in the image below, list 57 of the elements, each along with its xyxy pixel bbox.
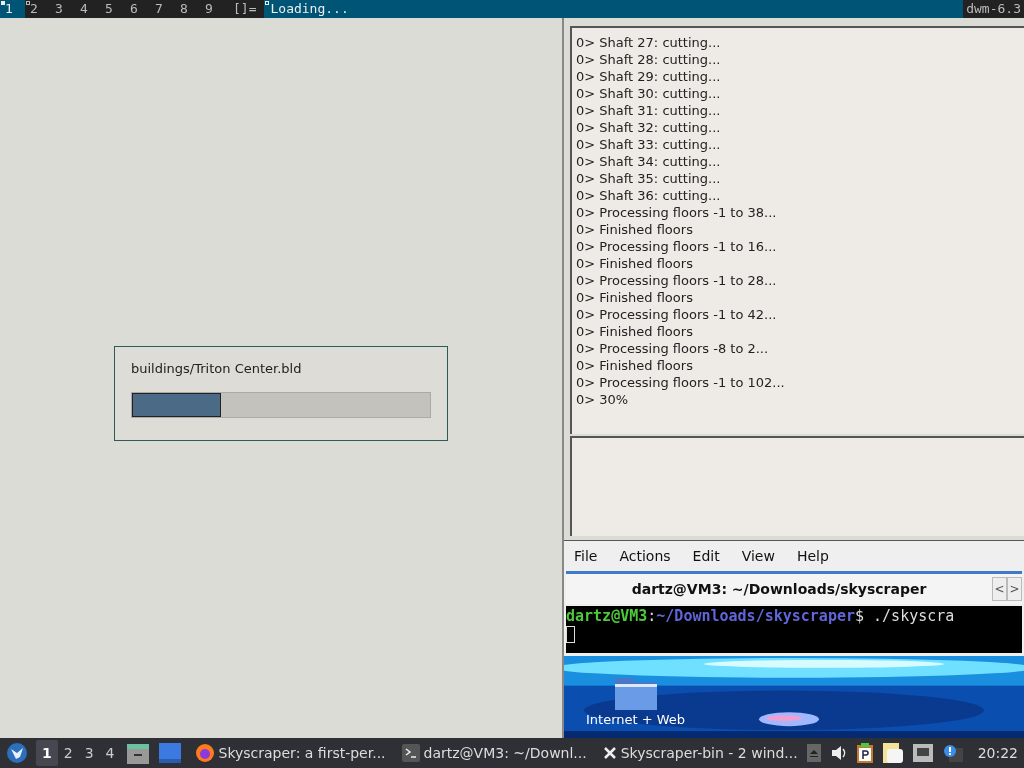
log-line: 0> Processing floors -1 to 102...	[576, 374, 786, 391]
tag[interactable]: 1	[0, 0, 25, 18]
menu-item[interactable]: View	[741, 548, 775, 564]
log-line: 0> Finished floors	[576, 221, 694, 238]
log-line: 0> Shaft 27: cutting...	[576, 34, 722, 51]
prompt-line: dartz@VM3:~/Downloads/skyscraper$ ./skyscra	[566, 607, 956, 626]
terminal-tab[interactable]: dartz@VM3: ~/Downloads/skyscraper	[566, 581, 992, 597]
desktop-icon-label[interactable]: Internet + Web	[586, 712, 686, 727]
log-line: 0> Shaft 28: cutting...	[576, 51, 722, 68]
workspace-button[interactable]: 4	[99, 740, 121, 766]
log-line: 0> Shaft 33: cutting...	[576, 136, 722, 153]
log-line: 0> 30%	[576, 391, 630, 408]
log-line: 0> Processing floors -1 to 42...	[576, 306, 778, 323]
menu-item[interactable]: Edit	[692, 548, 720, 564]
alert-icon[interactable]	[942, 744, 963, 762]
clock: 20:22	[977, 745, 1018, 761]
notes-icon[interactable]	[882, 743, 903, 763]
tab-prev-button[interactable]: <	[992, 577, 1007, 601]
tab-next-button[interactable]: >	[1007, 577, 1022, 601]
browser-icon	[194, 743, 215, 763]
network-icon[interactable]	[912, 744, 933, 762]
log-line: 0> Shaft 30: cutting...	[576, 85, 722, 102]
clipboard-icon[interactable]	[856, 743, 873, 763]
log-line: 0> Processing floors -1 to 16...	[576, 238, 778, 255]
taskbar-task[interactable]: dartz@VM3: ~/Downl...	[393, 739, 595, 767]
file-cabinet-icon[interactable]	[126, 742, 149, 764]
cursor	[566, 626, 575, 643]
file-name: buildings/Triton Center.bld	[131, 361, 303, 376]
menu-item[interactable]: Actions	[619, 548, 671, 564]
log-line: 0> Finished floors	[576, 357, 694, 374]
log-line: 0> Shaft 29: cutting...	[576, 68, 722, 85]
start-menu-icon[interactable]	[6, 742, 28, 764]
workspace-button[interactable]: 3	[78, 740, 100, 766]
window-title: Loading...	[269, 1, 349, 16]
log-line: 0> Finished floors	[576, 289, 694, 306]
log-line: 0> Processing floors -1 to 28...	[576, 272, 778, 289]
terminal-icon	[401, 744, 420, 762]
log-line: 0> Shaft 35: cutting...	[576, 170, 722, 187]
menu-item[interactable]: File	[574, 548, 598, 564]
taskbar-task[interactable]: Skyscraper-bin - 2 wind...	[594, 739, 806, 767]
log-line: 0> Shaft 31: cutting...	[576, 102, 722, 119]
menu-item[interactable]: Help	[796, 548, 829, 564]
log-line: 0> Processing floors -1 to 38...	[576, 204, 778, 221]
layout-symbol[interactable]: []=	[225, 0, 265, 18]
log-line: 0> Processing floors -8 to 2...	[576, 340, 770, 357]
log-line: 0> Shaft 36: cutting...	[576, 187, 722, 204]
log-line: 0> Shaft 34: cutting...	[576, 153, 722, 170]
taskbar-task[interactable]: Skyscraper: a first-per...	[186, 739, 394, 767]
eject-icon[interactable]	[806, 744, 821, 762]
window-icon[interactable]	[158, 743, 181, 763]
log-line: 0> Shaft 32: cutting...	[576, 119, 722, 136]
workspace-button[interactable]: 1	[36, 740, 58, 766]
x-icon	[602, 746, 617, 760]
workspace-button[interactable]: 2	[57, 740, 79, 766]
log-line: 0> Finished floors	[576, 323, 694, 340]
speaker-icon[interactable]	[830, 745, 847, 761]
log-line: 0> Finished floors	[576, 255, 694, 272]
